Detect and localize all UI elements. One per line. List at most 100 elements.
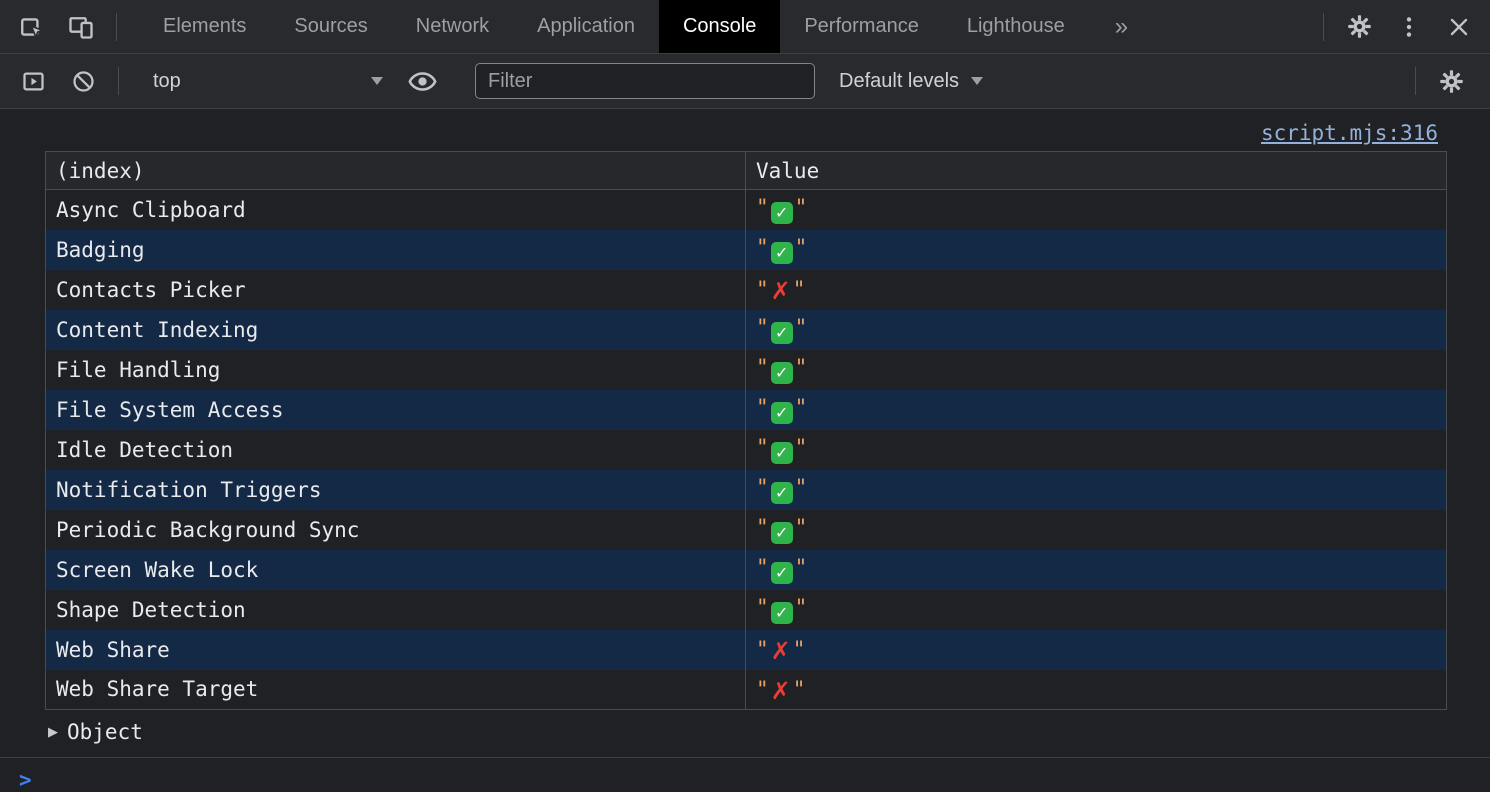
toolbar-divider xyxy=(116,13,117,41)
table-row: Web Share Target"✗" xyxy=(46,670,1447,710)
quote-mark: " xyxy=(795,315,808,339)
console-output: script.mjs:316 (index) Value Async Clipb… xyxy=(0,109,1490,792)
index-cell: Content Indexing xyxy=(46,310,746,350)
value-cell: "✓" xyxy=(746,470,1447,510)
quote-mark: " xyxy=(756,637,769,661)
quote-mark: " xyxy=(756,315,769,339)
table-row: File Handling"✓" xyxy=(46,350,1447,390)
table-header-row: (index) Value xyxy=(46,152,1447,190)
quote-mark: " xyxy=(795,555,808,579)
javascript-context-selector[interactable]: top xyxy=(139,54,397,108)
console-table-body: Async Clipboard"✓"Badging"✓"Contacts Pic… xyxy=(46,190,1447,710)
device-toolbar-button[interactable] xyxy=(56,0,106,53)
panel-tabs: Elements Sources Network Application Con… xyxy=(139,0,1089,53)
quote-mark: " xyxy=(756,355,769,379)
index-cell: Async Clipboard xyxy=(46,190,746,230)
check-icon: ✓ xyxy=(771,322,793,344)
gear-icon xyxy=(1346,13,1373,40)
table-row: Notification Triggers"✓" xyxy=(46,470,1447,510)
tab-sources[interactable]: Sources xyxy=(270,0,391,53)
tab-network[interactable]: Network xyxy=(392,0,513,53)
quote-mark: " xyxy=(756,515,769,539)
console-prompt[interactable]: > xyxy=(0,757,1490,792)
object-expander[interactable]: ▶ Object xyxy=(48,719,1490,745)
index-cell: Web Share Target xyxy=(46,670,746,710)
console-table: (index) Value Async Clipboard"✓"Badging"… xyxy=(45,151,1447,710)
filter-input[interactable] xyxy=(475,63,815,99)
value-cell: "✗" xyxy=(746,670,1447,710)
index-cell: Screen Wake Lock xyxy=(46,550,746,590)
index-cell: Contacts Picker xyxy=(46,270,746,310)
close-icon xyxy=(1446,14,1472,40)
index-cell: Idle Detection xyxy=(46,430,746,470)
check-icon: ✓ xyxy=(771,482,793,504)
index-cell: File Handling xyxy=(46,350,746,390)
index-column-header: (index) xyxy=(46,152,746,190)
table-row: Contacts Picker"✗" xyxy=(46,270,1447,310)
value-cell: "✓" xyxy=(746,310,1447,350)
chevron-down-icon xyxy=(971,77,983,85)
table-row: Badging"✓" xyxy=(46,230,1447,270)
quote-mark: " xyxy=(756,677,769,701)
menu-button[interactable] xyxy=(1384,0,1434,53)
index-cell: Shape Detection xyxy=(46,590,746,630)
quote-mark: " xyxy=(756,435,769,459)
quote-mark: " xyxy=(793,277,806,301)
check-icon: ✓ xyxy=(771,202,793,224)
tab-performance[interactable]: Performance xyxy=(780,0,943,53)
table-row: Async Clipboard"✓" xyxy=(46,190,1447,230)
quote-mark: " xyxy=(795,515,808,539)
clear-console-button[interactable] xyxy=(58,54,108,108)
check-icon: ✓ xyxy=(771,602,793,624)
quote-mark: " xyxy=(756,195,769,219)
tab-application[interactable]: Application xyxy=(513,0,659,53)
quote-mark: " xyxy=(756,555,769,579)
quote-mark: " xyxy=(795,595,808,619)
value-column-header: Value xyxy=(746,152,1447,190)
clear-console-icon xyxy=(70,68,97,95)
quote-mark: " xyxy=(756,595,769,619)
close-button[interactable] xyxy=(1434,0,1484,53)
settings-button[interactable] xyxy=(1334,0,1384,53)
prompt-chevron-icon: > xyxy=(19,768,32,792)
gear-icon xyxy=(1438,68,1465,95)
inspect-element-button[interactable] xyxy=(6,0,56,53)
inspect-cursor-icon xyxy=(17,13,45,41)
cross-icon: ✗ xyxy=(771,640,791,662)
value-cell: "✓" xyxy=(746,230,1447,270)
console-settings-button[interactable] xyxy=(1426,67,1476,95)
devtools-main-toolbar: Elements Sources Network Application Con… xyxy=(0,0,1490,54)
quote-mark: " xyxy=(795,235,808,259)
check-icon: ✓ xyxy=(771,562,793,584)
value-cell: "✓" xyxy=(746,430,1447,470)
source-link[interactable]: script.mjs:316 xyxy=(1261,121,1438,145)
log-levels-dropdown[interactable]: Default levels xyxy=(831,54,991,108)
index-cell: Web Share xyxy=(46,630,746,670)
console-sidebar-icon xyxy=(20,68,47,95)
object-preview-label: Object xyxy=(67,720,143,744)
live-expression-button[interactable] xyxy=(397,54,447,108)
context-selector-value: top xyxy=(153,70,181,93)
index-cell: Notification Triggers xyxy=(46,470,746,510)
tab-lighthouse[interactable]: Lighthouse xyxy=(943,0,1089,53)
toolbar-divider xyxy=(1415,67,1416,95)
quote-mark: " xyxy=(756,277,769,301)
toolbar-right-group xyxy=(1313,0,1490,53)
value-cell: "✗" xyxy=(746,630,1447,670)
more-tabs-button[interactable]: » xyxy=(1089,0,1154,53)
console-sidebar-button[interactable] xyxy=(8,54,58,108)
log-levels-value: Default levels xyxy=(839,70,959,93)
value-cell: "✓" xyxy=(746,190,1447,230)
quote-mark: " xyxy=(793,637,806,661)
quote-mark: " xyxy=(795,195,808,219)
table-row: Idle Detection"✓" xyxy=(46,430,1447,470)
tab-console[interactable]: Console xyxy=(659,0,780,53)
device-toolbar-icon xyxy=(67,13,95,41)
value-cell: "✓" xyxy=(746,510,1447,550)
value-cell: "✓" xyxy=(746,550,1447,590)
check-icon: ✓ xyxy=(771,242,793,264)
tab-elements[interactable]: Elements xyxy=(139,0,270,53)
value-cell: "✗" xyxy=(746,270,1447,310)
quote-mark: " xyxy=(795,395,808,419)
table-row: Screen Wake Lock"✓" xyxy=(46,550,1447,590)
